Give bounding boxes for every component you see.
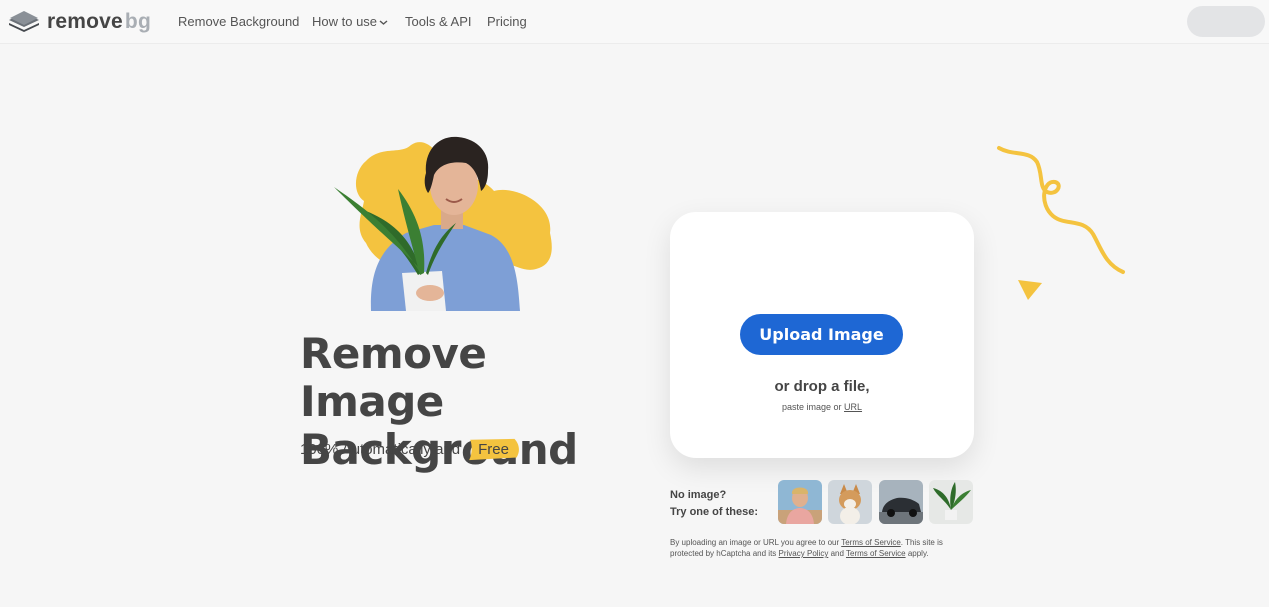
nav-remove-background[interactable]: Remove Background <box>178 14 299 29</box>
chevron-down-icon <box>379 20 388 25</box>
drop-file-text: or drop a file, <box>774 378 870 395</box>
logo[interactable]: removebg <box>8 9 151 35</box>
hero-person-illustration <box>334 136 552 311</box>
decorative-triangle <box>1018 280 1042 300</box>
upload-image-button[interactable]: Upload Image <box>740 314 903 355</box>
logo-wordmark: removebg <box>47 10 151 33</box>
paste-hint: paste image or URL <box>781 402 863 412</box>
nav-tools-api[interactable]: Tools & API <box>405 14 471 29</box>
sample-thumb-car[interactable] <box>879 480 923 524</box>
decorative-squiggle <box>997 146 1125 274</box>
upload-card[interactable]: Upload Image or drop a file, paste image… <box>670 212 974 458</box>
sample-thumb-plant[interactable] <box>929 480 973 524</box>
sample-thumb-dog[interactable] <box>828 480 872 524</box>
legal-notice: By uploading an image or URL you agree t… <box>670 538 943 558</box>
subtitle: 100% Automatically and Free <box>300 438 521 461</box>
terms-of-service-link-2[interactable]: Terms of Service <box>846 549 906 558</box>
account-button-placeholder[interactable] <box>1187 6 1265 37</box>
free-badge: Free <box>466 438 521 461</box>
layers-logo-icon <box>9 11 39 32</box>
url-link[interactable]: URL <box>844 402 862 412</box>
privacy-policy-link[interactable]: Privacy Policy <box>779 549 829 558</box>
nav-how-to-use[interactable]: How to use <box>312 14 388 29</box>
terms-of-service-link[interactable]: Terms of Service <box>841 538 901 547</box>
top-navigation-bar: removebg Remove Background How to use To… <box>0 0 1269 44</box>
sample-prompt: No image? Try one of these: <box>670 489 759 518</box>
nav-pricing[interactable]: Pricing <box>487 14 527 29</box>
sample-thumb-person[interactable] <box>778 480 822 524</box>
